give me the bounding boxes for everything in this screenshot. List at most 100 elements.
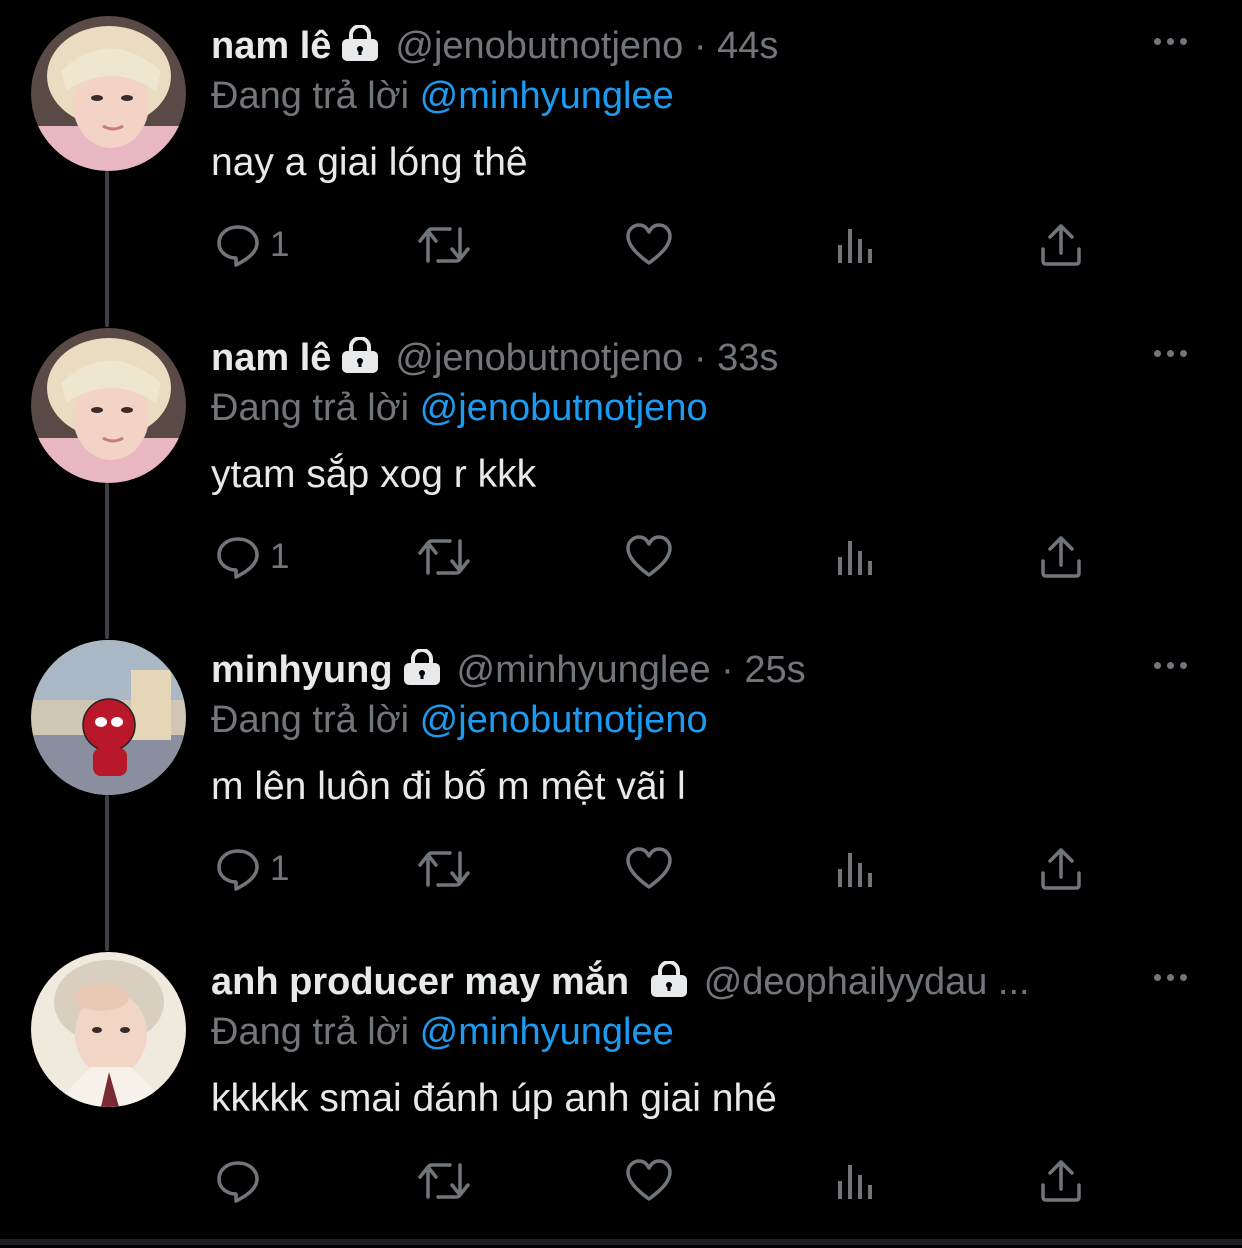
lock-icon: [401, 648, 443, 697]
reply-icon: [217, 225, 259, 267]
views-button[interactable]: [834, 834, 878, 904]
tweet-3[interactable]: minhyung @minhyunglee · 25s Đang trả lời …: [0, 624, 1242, 951]
replying-to: Đang trả lời @minhyunglee: [211, 72, 674, 120]
display-name[interactable]: nam lê: [211, 25, 331, 67]
reply-button[interactable]: [214, 1146, 270, 1216]
share-icon: [1041, 1160, 1081, 1202]
avatar-photo: [31, 640, 186, 795]
action-bar: 1: [0, 834, 1242, 904]
reply-button[interactable]: 1: [214, 834, 289, 904]
handle[interactable]: @jenobutnotjeno: [395, 25, 683, 67]
tweet-4[interactable]: anh producer may mắn @deophailyydau ... …: [0, 936, 1242, 1248]
avatar[interactable]: [31, 640, 186, 795]
replying-to: Đang trả lời @minhyunglee: [211, 1008, 674, 1056]
reply-icon: [217, 537, 259, 579]
heart-icon: [626, 223, 672, 265]
more-icon[interactable]: [1150, 338, 1190, 368]
timestamp[interactable]: 33s: [717, 337, 778, 379]
views-button[interactable]: [834, 210, 878, 280]
heart-icon: [626, 1159, 672, 1201]
separator-dot: ·: [693, 337, 707, 379]
retweet-button[interactable]: [416, 522, 472, 592]
heart-icon: [626, 535, 672, 577]
mention-link[interactable]: @jenobutnotjeno: [420, 387, 708, 429]
views-button[interactable]: [834, 522, 878, 592]
replying-to: Đang trả lời @jenobutnotjeno: [211, 384, 708, 432]
share-icon: [1041, 536, 1081, 578]
avatar-photo: [31, 328, 186, 483]
separator-dot: ·: [721, 649, 734, 691]
handle[interactable]: @deophailyydau ...: [704, 961, 1030, 1003]
share-button[interactable]: [1038, 1146, 1084, 1216]
heart-icon: [626, 847, 672, 889]
like-button[interactable]: [624, 522, 674, 592]
display-name[interactable]: nam lê: [211, 337, 331, 379]
retweet-icon: [418, 539, 470, 575]
reply-button[interactable]: 1: [214, 210, 289, 280]
timestamp[interactable]: 25s: [744, 649, 805, 691]
tweet-text: nay a giai lóng thê: [211, 141, 528, 184]
handle[interactable]: @jenobutnotjeno: [395, 337, 683, 379]
like-button[interactable]: [624, 834, 674, 904]
tweet-header: minhyung @minhyunglee · 25s: [211, 646, 1122, 697]
share-button[interactable]: [1038, 834, 1084, 904]
reply-icon: [217, 849, 259, 891]
mention-link[interactable]: @minhyunglee: [420, 75, 674, 117]
action-bar: 1: [0, 210, 1242, 280]
separator-dot: ·: [693, 25, 707, 67]
share-button[interactable]: [1038, 210, 1084, 280]
more-icon[interactable]: [1150, 962, 1190, 992]
like-button[interactable]: [624, 1146, 674, 1216]
handle[interactable]: @minhyunglee: [457, 649, 711, 691]
reply-count: 1: [270, 225, 290, 264]
action-bar: [0, 1146, 1242, 1216]
replying-prefix: Đang trả lời: [211, 1011, 410, 1053]
views-icon: [838, 541, 872, 575]
lock-icon: [339, 336, 381, 385]
display-name[interactable]: minhyung: [211, 649, 393, 691]
retweet-button[interactable]: [416, 834, 472, 904]
more-icon[interactable]: [1150, 26, 1190, 56]
mention-link[interactable]: @jenobutnotjeno: [420, 699, 708, 741]
avatar-photo: [31, 952, 186, 1107]
more-icon[interactable]: [1150, 650, 1190, 680]
reply-count: 1: [270, 537, 290, 576]
views-button[interactable]: [834, 1146, 878, 1216]
timestamp[interactable]: 44s: [717, 25, 778, 67]
avatar[interactable]: [31, 328, 186, 483]
tweet-header: nam lê @jenobutnotjeno · 33s: [211, 334, 1122, 385]
replying-to: Đang trả lời @jenobutnotjeno: [211, 696, 708, 744]
retweet-button[interactable]: [416, 1146, 472, 1216]
replying-prefix: Đang trả lời: [211, 75, 410, 117]
retweet-icon: [418, 227, 470, 263]
display-name[interactable]: anh producer may mắn: [211, 961, 629, 1003]
retweet-icon: [418, 851, 470, 887]
share-icon: [1041, 848, 1081, 890]
avatar[interactable]: [31, 16, 186, 171]
replying-prefix: Đang trả lời: [211, 387, 410, 429]
like-button[interactable]: [624, 210, 674, 280]
reply-button[interactable]: 1: [214, 522, 289, 592]
tweet-2[interactable]: nam lê @jenobutnotjeno · 33s Đang trả lời…: [0, 312, 1242, 639]
views-icon: [838, 229, 872, 263]
reply-count: 1: [270, 849, 290, 888]
share-icon: [1041, 224, 1081, 266]
share-button[interactable]: [1038, 522, 1084, 592]
tweet-text: m lên luôn đi bố m mệt vãi l: [211, 765, 686, 808]
avatar[interactable]: [31, 952, 186, 1107]
reply-icon: [217, 1161, 259, 1203]
retweet-button[interactable]: [416, 210, 472, 280]
retweet-icon: [418, 1163, 470, 1199]
views-icon: [838, 1165, 872, 1199]
lock-icon: [339, 24, 381, 73]
tweet-header: anh producer may mắn @deophailyydau ...: [211, 958, 1122, 1009]
tweet-1[interactable]: nam lê @jenobutnotjeno · 44s Đang trả lời…: [0, 0, 1242, 327]
lock-icon: [648, 960, 690, 1009]
tweet-text: ytam sắp xog r kkk: [211, 453, 537, 496]
views-icon: [838, 853, 872, 887]
tweet-text: kkkkk smai đánh úp anh giai nhé: [211, 1077, 777, 1120]
bottom-divider: [0, 1239, 1242, 1245]
action-bar: 1: [0, 522, 1242, 592]
mention-link[interactable]: @minhyunglee: [420, 1011, 674, 1053]
tweet-header: nam lê @jenobutnotjeno · 44s: [211, 22, 1122, 73]
